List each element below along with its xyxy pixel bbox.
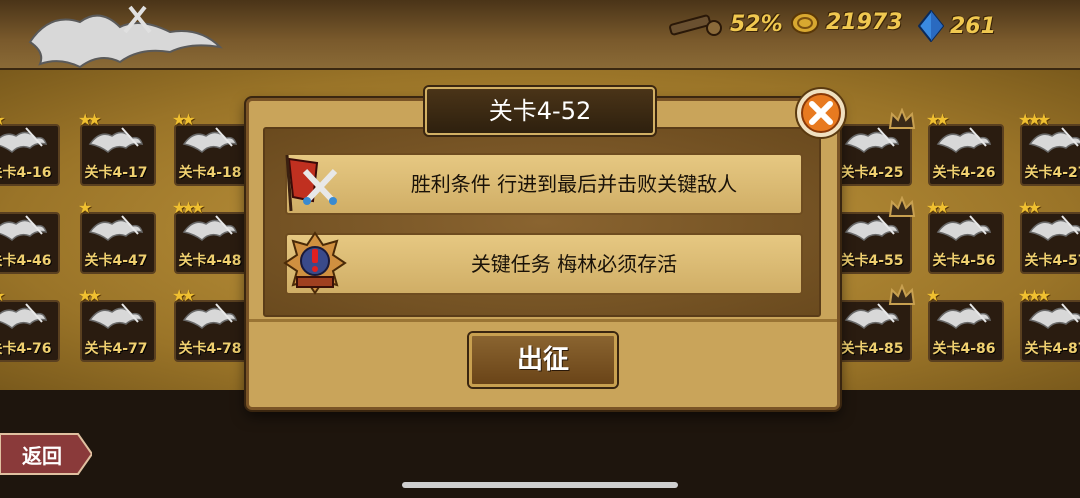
dragon-emblem-icon — [936, 127, 992, 153]
dragon-emblem-icon — [1028, 215, 1080, 241]
stage-tile-label: 关卡4-87 — [1024, 341, 1080, 357]
gold-value: 21973 — [826, 10, 903, 35]
star-rating-icon: ★★ — [78, 286, 102, 305]
stage-tile[interactable]: 关卡4-55 — [836, 196, 916, 274]
stage-tile-label: 关卡4-47 — [84, 253, 148, 269]
stage-tile-label: 关卡4-55 — [840, 253, 904, 269]
stage-tile-label: 关卡4-25 — [840, 165, 904, 181]
stage-tile[interactable]: 关卡4-18 ★★ — [172, 110, 250, 186]
dialog-title: 关卡4-52 — [425, 87, 655, 135]
star-rating-icon: ★★ — [926, 198, 950, 217]
stage-tile[interactable]: 关卡4-27 ★★★ — [1018, 110, 1080, 186]
stage-tile[interactable]: 关卡4-57 ★★ — [1018, 198, 1080, 274]
gold-counter: 21973 — [790, 10, 903, 35]
stage-tile[interactable]: 关卡4-77 ★★ — [78, 286, 156, 362]
stage-tile-label: 关卡4-76 — [0, 341, 52, 357]
star-rating-icon: ★ — [926, 286, 941, 305]
stage-tile[interactable]: 关卡4-26 ★★ — [926, 110, 1004, 186]
dragon-emblem-icon — [844, 303, 900, 329]
back-label[interactable]: 返回 — [22, 440, 62, 469]
stage-tile[interactable]: 关卡4-46★ — [0, 198, 60, 274]
star-rating-icon: ★★ — [926, 110, 950, 129]
stage-tile-label: 关卡4-86 — [932, 341, 996, 357]
stage-tile-label: 关卡4-27 — [1024, 165, 1080, 181]
key-mission-text: 关键任务 梅林必须存活 — [470, 252, 678, 276]
stage-tile[interactable]: 关卡4-16 ★★ — [0, 110, 60, 186]
crown-icon — [888, 108, 916, 129]
dragon-emblem-icon — [936, 215, 992, 241]
star-rating-icon: ★★★ — [1018, 286, 1051, 305]
spyglass-icon — [669, 14, 722, 36]
gem-value: 261 — [950, 13, 996, 39]
star-rating-icon: ★★★ — [1018, 110, 1051, 129]
stage-tile[interactable]: 关卡4-85 — [836, 284, 916, 362]
stage-tile-label: 关卡4-26 — [932, 165, 996, 181]
stage-tile-label: 关卡4-56 — [932, 253, 996, 269]
dragon-emblem-icon — [844, 215, 900, 241]
victory-condition-row: 胜利条件 行进到最后并击败关键敌人 — [285, 153, 803, 215]
progress-value: 52% — [730, 11, 783, 37]
alert-shield-icon — [283, 231, 347, 295]
dragon-emblem-icon — [88, 303, 144, 329]
crown-icon — [888, 196, 916, 217]
dragon-emblem-icon — [844, 127, 900, 153]
dragon-emblem-icon — [1028, 127, 1080, 153]
star-rating-icon: ★★ — [78, 110, 102, 129]
dragon-emblem-icon — [936, 303, 992, 329]
blue-gem-icon — [918, 10, 944, 42]
gem-counter: 261 — [918, 10, 996, 42]
stage-tile-label: 关卡4-46 — [0, 253, 52, 269]
stage-tile-label: 关卡4-17 — [84, 165, 148, 181]
star-rating-icon: ★★ — [172, 110, 196, 129]
stage-tile[interactable]: 关卡4-17 ★★ — [78, 110, 156, 186]
stage-tile[interactable]: 关卡4-87 ★★★ — [1018, 286, 1080, 362]
dragon-emblem-icon — [0, 215, 48, 241]
stage-tile-label: 关卡4-16 — [0, 165, 52, 181]
stage-tile[interactable]: 关卡4-47 ★ — [78, 198, 156, 274]
gold-coin-icon — [791, 11, 819, 34]
stage-dialog: 关卡4-52 胜利条件 行进到最后并击败关键敌人 关键任务 梅林必须存活 出征 — [246, 87, 840, 410]
stage-tile[interactable]: 关卡4-56 ★★ — [926, 198, 1004, 274]
stage-tile-label: 关卡4-85 — [840, 341, 904, 357]
dragon-emblem-icon — [0, 127, 48, 153]
top-bar: 52% 21973 261 — [0, 0, 1080, 70]
dragon-emblem-icon — [88, 127, 144, 153]
dragon-emblem-icon — [0, 303, 48, 329]
stage-tile[interactable]: 关卡4-86 ★ — [926, 286, 1004, 362]
home-indicator[interactable] — [402, 482, 678, 488]
dragon-emblem-icon — [182, 303, 238, 329]
deploy-button[interactable]: 出征 — [469, 333, 617, 387]
stage-tile-label: 关卡4-18 — [178, 165, 242, 181]
crossed-swords-icon — [285, 154, 338, 212]
victory-condition-text: 胜利条件 行进到最后并击败关键敌人 — [410, 172, 738, 196]
star-rating-icon: ★★ — [0, 286, 6, 305]
key-mission-row: 关键任务 梅林必须存活 — [283, 231, 803, 295]
stage-tile-label: 关卡4-78 — [178, 341, 242, 357]
stage-tile[interactable]: 关卡4-76 ★★ — [0, 286, 60, 362]
stage-tile[interactable]: 关卡4-48 ★★★ — [172, 198, 250, 274]
dragon-emblem-icon — [88, 215, 144, 241]
star-rating-icon: ★★ — [1018, 198, 1042, 217]
crown-icon — [888, 284, 916, 305]
star-rating-icon: ★ — [78, 198, 93, 217]
stage-tile-label: 关卡4-48 — [178, 253, 242, 269]
star-rating-icon: ★★ — [0, 110, 6, 129]
stage-tile-label: 关卡4-57 — [1024, 253, 1080, 269]
dragon-emblem-icon — [1028, 303, 1080, 329]
dialog-divider — [249, 319, 837, 322]
star-rating-icon: ★★ — [172, 286, 196, 305]
dragon-emblem-icon — [182, 127, 238, 153]
star-rating-icon: ★★★ — [172, 198, 205, 217]
dragon-emblem-icon — [182, 215, 238, 241]
progress-counter: 52% — [668, 10, 783, 38]
stage-tile-label: 关卡4-77 — [84, 341, 148, 357]
close-icon[interactable] — [794, 86, 848, 140]
stage-tile[interactable]: 关卡4-78 ★★ — [172, 286, 250, 362]
